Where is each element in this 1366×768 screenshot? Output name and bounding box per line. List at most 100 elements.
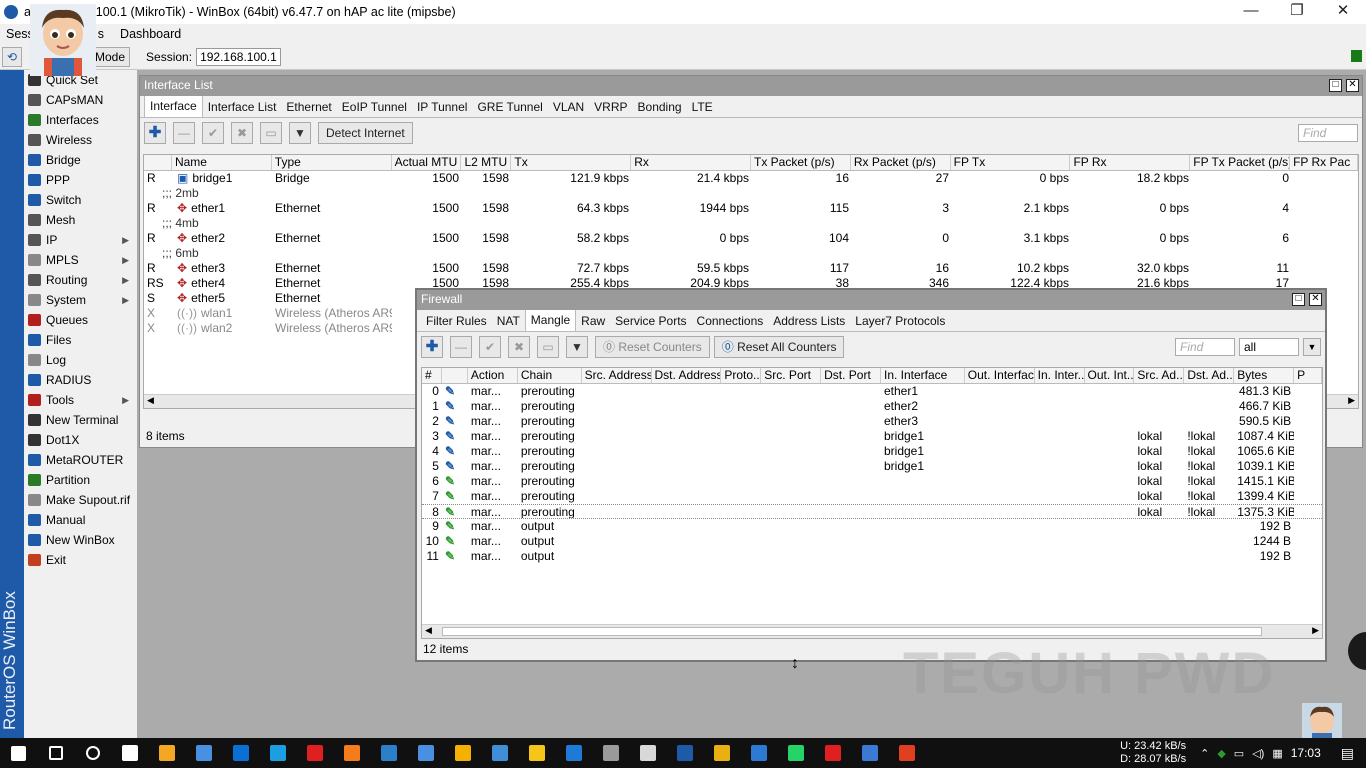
column-header[interactable]: In. Interface: [881, 368, 965, 383]
start-icon[interactable]: [0, 738, 37, 768]
tab-mangle[interactable]: Mangle: [524, 309, 577, 331]
column-header[interactable]: FP Tx Packet (p/s): [1190, 155, 1291, 170]
session-field[interactable]: 192.168.100.1: [196, 47, 281, 66]
column-header[interactable]: Rx Packet (p/s): [851, 155, 951, 170]
column-header[interactable]: Actual MTU: [392, 155, 462, 170]
tab-bonding[interactable]: Bonding: [633, 97, 687, 117]
speed-icon[interactable]: [629, 738, 666, 768]
sidebar-item-interfaces[interactable]: Interfaces: [24, 110, 137, 130]
clock[interactable]: 17:03: [1291, 746, 1321, 760]
tray-chevron-icon[interactable]: ⌃: [1200, 747, 1209, 760]
table-row[interactable]: 9 ✎ mar... output 192 B: [422, 519, 1322, 534]
tab-vrrp[interactable]: VRRP: [589, 97, 632, 117]
sidebar-item-dot1x[interactable]: Dot1X: [24, 430, 137, 450]
firewall-find-input[interactable]: Find: [1175, 338, 1235, 356]
enable-button[interactable]: ✔: [479, 336, 501, 358]
column-header[interactable]: Dst. Address: [652, 368, 722, 383]
filter-dropdown-icon[interactable]: ▼: [1303, 338, 1321, 356]
sidebar-item-capsman[interactable]: CAPsMAN: [24, 90, 137, 110]
tab-service-ports[interactable]: Service Ports: [610, 311, 691, 331]
comment-button[interactable]: ▭: [537, 336, 559, 358]
tab-raw[interactable]: Raw: [576, 311, 610, 331]
explorer-icon[interactable]: [518, 738, 555, 768]
add-button[interactable]: ✚: [421, 336, 443, 358]
table-row[interactable]: 1 ✎ mar... prerouting ether2 466.7 KiB: [422, 399, 1322, 414]
sidebar-item-queues[interactable]: Queues: [24, 310, 137, 330]
disable-button[interactable]: ✖: [508, 336, 530, 358]
column-header[interactable]: Tx Packet (p/s): [751, 155, 851, 170]
table-row[interactable]: 0 ✎ mar... prerouting ether1 481.3 KiB: [422, 384, 1322, 399]
volume-icon[interactable]: ◁): [1252, 747, 1264, 760]
sidebar-item-metarouter[interactable]: MetaROUTER: [24, 450, 137, 470]
close-button[interactable]: ✕: [1320, 0, 1366, 24]
column-header[interactable]: [442, 368, 468, 383]
column-header[interactable]: FP Tx: [951, 155, 1071, 170]
youtube-icon[interactable]: [814, 738, 851, 768]
sidebar-item-partition[interactable]: Partition: [24, 470, 137, 490]
gear-app-icon[interactable]: [407, 738, 444, 768]
scrollbar-thumb[interactable]: [442, 627, 1262, 636]
search-icon[interactable]: [37, 738, 74, 768]
column-header[interactable]: Proto...: [721, 368, 762, 383]
column-header[interactable]: Out. Interface: [965, 368, 1035, 383]
column-header[interactable]: FP Rx Pac: [1290, 155, 1358, 170]
notes-icon[interactable]: [370, 738, 407, 768]
store-icon[interactable]: [148, 738, 185, 768]
capture-icon[interactable]: [851, 738, 888, 768]
sidebar-item-make-supout-rif[interactable]: Make Supout.rif: [24, 490, 137, 510]
column-header[interactable]: #: [422, 368, 442, 383]
column-header[interactable]: Name: [172, 155, 272, 170]
horizontal-scrollbar[interactable]: ◀ ▶: [422, 624, 1322, 638]
table-row[interactable]: 8 ✎ mar... prerouting lokal !lokal 1375.3 KiB: [422, 504, 1322, 519]
cortana-icon[interactable]: [74, 738, 111, 768]
opera-icon[interactable]: [296, 738, 333, 768]
sidebar-item-log[interactable]: Log: [24, 350, 137, 370]
column-header[interactable]: Dst. Port: [821, 368, 881, 383]
table-row[interactable]: R ✥ ether3 Ethernet 1500 1598 72.7 kbps 59.5 kb…: [144, 261, 1358, 276]
sidebar-item-routing[interactable]: Routing ▶: [24, 270, 137, 290]
photos-icon[interactable]: [481, 738, 518, 768]
winbox-icon[interactable]: [666, 738, 703, 768]
tab-interface[interactable]: Interface: [144, 95, 203, 117]
reset-all-counters-button[interactable]: ⓪ Reset All Counters: [713, 336, 845, 358]
edge-icon[interactable]: [259, 738, 296, 768]
column-header[interactable]: Dst. Ad...: [1184, 368, 1235, 383]
filter-icon[interactable]: ▼: [289, 122, 311, 144]
close-icon[interactable]: ✕: [1309, 293, 1322, 306]
table-row[interactable]: 6 ✎ mar... prerouting lokal !lokal 1415.1 KiB: [422, 474, 1322, 489]
scroll-left-icon[interactable]: ◀: [147, 395, 154, 406]
tab-ip-tunnel[interactable]: IP Tunnel: [412, 97, 472, 117]
table-row[interactable]: 11 ✎ mar... output 192 B: [422, 549, 1322, 564]
column-header[interactable]: Src. Address: [582, 368, 652, 383]
tab-vlan[interactable]: VLAN: [548, 97, 589, 117]
sidebar-item-system[interactable]: System ▶: [24, 290, 137, 310]
tab-ethernet[interactable]: Ethernet: [281, 97, 336, 117]
column-header[interactable]: [144, 155, 172, 170]
whatsapp-icon[interactable]: [777, 738, 814, 768]
tab-interface-list[interactable]: Interface List: [203, 97, 282, 117]
app-icon[interactable]: [185, 738, 222, 768]
scroll-right-icon[interactable]: ▶: [1348, 395, 1355, 406]
paint-icon[interactable]: [592, 738, 629, 768]
scroll-right-icon[interactable]: ▶: [1312, 625, 1319, 636]
sidebar-item-radius[interactable]: RADIUS: [24, 370, 137, 390]
table-row[interactable]: 4 ✎ mar... prerouting bridge1 lokal !lokal 1065…: [422, 444, 1322, 459]
firefox-icon[interactable]: [333, 738, 370, 768]
notification-icon[interactable]: ▤: [1341, 745, 1354, 762]
sidebar-item-bridge[interactable]: Bridge: [24, 150, 137, 170]
column-header[interactable]: Type: [272, 155, 392, 170]
maximize-icon[interactable]: □: [1329, 79, 1342, 92]
tab-eoip-tunnel[interactable]: EoIP Tunnel: [337, 97, 412, 117]
column-header[interactable]: Out. Int...: [1085, 368, 1135, 383]
sidebar-item-new-winbox[interactable]: New WinBox: [24, 530, 137, 550]
sidebar-item-wireless[interactable]: Wireless: [24, 130, 137, 150]
tab-nat[interactable]: NAT: [492, 311, 525, 331]
column-header[interactable]: Src. Port: [761, 368, 822, 383]
scroll-left-icon[interactable]: ◀: [425, 625, 432, 636]
sidebar-item-exit[interactable]: Exit: [24, 550, 137, 570]
safe-mode-button[interactable]: Mode: [90, 46, 131, 67]
vscode-icon[interactable]: [555, 738, 592, 768]
undo-icon[interactable]: ⟲: [2, 46, 22, 67]
sidebar-item-switch[interactable]: Switch: [24, 190, 137, 210]
sidebar-item-ppp[interactable]: PPP: [24, 170, 137, 190]
